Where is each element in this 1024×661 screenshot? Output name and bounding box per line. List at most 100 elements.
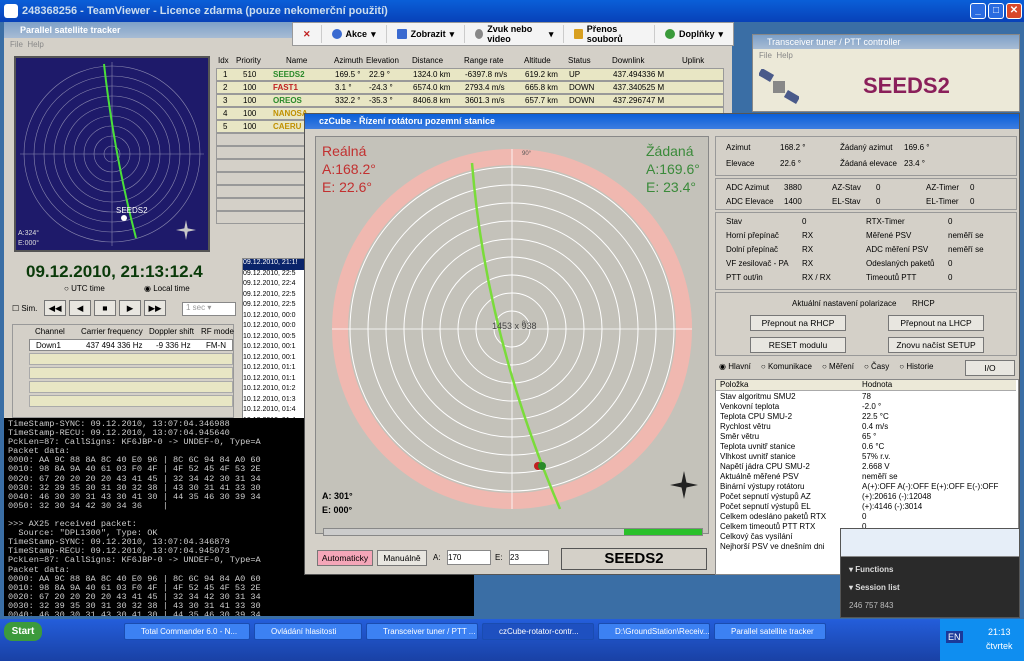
tab-komunikace[interactable]: ○ Komunikace [761, 362, 812, 371]
sim-checkbox[interactable]: ☐ Sim. [12, 304, 37, 313]
property-row[interactable]: Stav algoritmu SMU2 78 [716, 392, 1016, 402]
start-button[interactable]: Start [4, 622, 42, 641]
property-row[interactable]: Směr větru 65 ° [716, 432, 1016, 442]
log-entry[interactable]: 09.12.2010, 21:1! [243, 259, 307, 270]
log-entry[interactable]: 09.12.2010, 22:5 [243, 270, 307, 281]
property-row[interactable]: Venkovní teplota -2.0 ° [716, 402, 1016, 412]
property-row[interactable]: Teplota uvnitř stanice 0.6 °C [716, 442, 1016, 452]
menu-file[interactable]: File [10, 40, 23, 49]
task-czcube[interactable]: czCube-rotator-contr... [482, 623, 594, 640]
rewind-button[interactable]: ◀ [69, 300, 91, 316]
log-entry[interactable]: 09.12.2010, 22:5 [243, 291, 307, 302]
e-input-label: E: [495, 553, 503, 562]
log-entry[interactable]: 10.12.2010, 01:1 [243, 364, 307, 375]
tab-hlavni[interactable]: ◉ Hlavní [719, 362, 751, 371]
col-downlink: Downlink [612, 56, 645, 65]
reset-button[interactable]: RESET modulu [750, 337, 846, 353]
manual-mode-button[interactable]: Manuálně [377, 550, 427, 566]
satellite-cell: FAST1 [273, 83, 298, 92]
toolbar-close-button[interactable]: ✕ [293, 25, 322, 43]
tab-casy[interactable]: ○ Časy [864, 362, 889, 371]
forward-fast-button[interactable]: ▶▶ [144, 300, 166, 316]
transceiver-title: Transceiver tuner / PTT controller [767, 37, 901, 47]
toolbar-zvuk[interactable]: Zvuk nebo video ▾ [465, 24, 565, 44]
step-select[interactable]: 1 sec ▾ [182, 302, 236, 316]
ch-col-carrier: Carrier frequency [81, 327, 143, 336]
log-entry[interactable]: 10.12.2010, 00:5 [243, 333, 307, 344]
tab-historie[interactable]: ○ Historie [899, 362, 933, 371]
pass-log-list[interactable]: 09.12.2010, 21:1! 09.12.2010, 22:5 09.12.2… [242, 258, 308, 440]
property-row[interactable]: Vlhkost uvnitř stanice 57% r.v. [716, 452, 1016, 462]
maximize-button[interactable]: □ [988, 3, 1004, 19]
satellite-row[interactable]: 3 100 OREOS 332.2 ° -35.3 ° 8406.8 km 3601.3 m… [216, 94, 724, 107]
reload-setup-button[interactable]: Znovu načíst SETUP [888, 337, 984, 353]
property-row[interactable]: Aktuálně měřené PSV neměří se [716, 472, 1016, 482]
play-button[interactable]: ▶ [119, 300, 141, 316]
tracker-menu: File Help [10, 40, 44, 49]
log-entry[interactable]: 10.12.2010, 01:1 [243, 375, 307, 386]
property-row[interactable]: Celkem odesláno paketů RTX 0 [716, 512, 1016, 522]
property-row[interactable]: Počet sepnutí výstupů EL (+):4146 (-):301… [716, 502, 1016, 512]
property-name: Celkem odesláno paketů RTX [720, 512, 827, 521]
rewind-fast-button[interactable]: ◀◀ [44, 300, 66, 316]
stop-button[interactable]: ■ [94, 300, 116, 316]
rotator-radar[interactable]: Reálná A:168.2° E: 22.6° Žádaná A:169.6°… [315, 136, 709, 534]
log-entry[interactable]: 09.12.2010, 22:5 [243, 301, 307, 312]
el-timer-value: 0 [970, 197, 975, 206]
radar-svg [332, 149, 698, 510]
log-entry[interactable]: 10.12.2010, 01:3 [243, 396, 307, 407]
satellite-row[interactable]: 1 510 SEEDS2 169.5 ° 22.9 ° 1324.0 km -6397.8 … [216, 68, 724, 81]
property-row[interactable]: Binární výstupy rotátoru A(+):OFF A(-):OF… [716, 482, 1016, 492]
minimize-button[interactable]: _ [970, 3, 986, 19]
elevation-input[interactable] [509, 550, 549, 565]
utc-time-radio[interactable]: ○ UTC time [64, 284, 105, 293]
auto-mode-button[interactable]: Automaticky [317, 550, 373, 566]
property-value: 22.5 °C [862, 412, 889, 421]
property-row[interactable]: Napětí jádra CPU SMU-2 2.668 V [716, 462, 1016, 472]
rhcp-button[interactable]: Přepnout na RHCP [750, 315, 846, 331]
task-tracker[interactable]: Parallel satellite tracker [714, 623, 826, 640]
log-entry[interactable]: 10.12.2010, 00:0 [243, 312, 307, 323]
io-button[interactable]: I/O [965, 360, 1015, 376]
property-row[interactable]: Počet sepnutí výstupů AZ (+):20616 (-):12… [716, 492, 1016, 502]
target-azimuth: A:169.6° [646, 161, 700, 177]
task-volume[interactable]: Ovládání hlasitosti [254, 623, 362, 640]
channel-row[interactable]: Down1 437 494 336 Hz -9 336 Hz FM-N [29, 339, 233, 351]
log-entry[interactable]: 09.12.2010, 22:4 [243, 280, 307, 291]
log-entry[interactable]: 10.12.2010, 00:1 [243, 343, 307, 354]
adc-elevace-label: ADC Elevace [726, 197, 774, 206]
property-row[interactable]: Teplota CPU SMU-2 22.5 °C [716, 412, 1016, 422]
task-total-commander[interactable]: Total Commander 6.0 - N... [124, 623, 250, 640]
satellite-row[interactable]: 2 100 FAST1 3.1 ° -24.3 ° 6574.0 km 2793.4 m/s… [216, 81, 724, 94]
menu-help[interactable]: Help [27, 40, 43, 49]
toolbar-doplnky[interactable]: Doplňky ▾ [655, 25, 733, 43]
trx-menu-file[interactable]: File [759, 51, 772, 60]
toolbar-zobrazit[interactable]: Zobrazit ▾ [387, 25, 466, 43]
language-indicator[interactable]: EN [946, 631, 963, 643]
clock-time[interactable]: 21:13 [988, 627, 1011, 637]
property-value: 65 ° [862, 432, 877, 441]
transceiver-sat-name: SEEDS2 [863, 73, 950, 98]
close-button[interactable]: ✕ [1006, 3, 1022, 19]
local-time-radio[interactable]: ◉ Local time [144, 284, 190, 293]
log-entry[interactable]: 10.12.2010, 01:4 [243, 406, 307, 417]
timeout-value: 0 [948, 273, 953, 282]
trx-menu-help[interactable]: Help [776, 51, 792, 60]
task-transceiver[interactable]: Transceiver tuner / PTT ... [366, 623, 478, 640]
log-entry[interactable]: 10.12.2010, 01:2 [243, 385, 307, 396]
toolbar-prenos[interactable]: Přenos souborů [564, 24, 655, 44]
teamviewer-panel: ▾ Functions ▾ Session list 246 757 843 [840, 528, 1020, 618]
azimuth-input[interactable] [447, 550, 491, 565]
property-row[interactable]: Rychlost větru 0.4 m/s [716, 422, 1016, 432]
task-receiver[interactable]: D:\GroundStation\Receiv... [598, 623, 710, 640]
functions-label[interactable]: ▾ Functions [849, 565, 893, 574]
session-list-label[interactable]: ▾ Session list [849, 583, 900, 592]
log-entry[interactable]: 10.12.2010, 00:0 [243, 322, 307, 333]
lhcp-button[interactable]: Přepnout na LHCP [888, 315, 984, 331]
czcube-title: czCube - Řízení rotátoru pozemní stanice [319, 116, 496, 126]
property-name: Počet sepnutí výstupů EL [720, 502, 811, 511]
log-entry[interactable]: 10.12.2010, 00:1 [243, 354, 307, 365]
toolbar-akce[interactable]: Akce ▾ [322, 25, 387, 43]
transceiver-titlebar: Transceiver tuner / PTT controller [753, 35, 1019, 49]
tab-mereni[interactable]: ○ Měření [822, 362, 854, 371]
